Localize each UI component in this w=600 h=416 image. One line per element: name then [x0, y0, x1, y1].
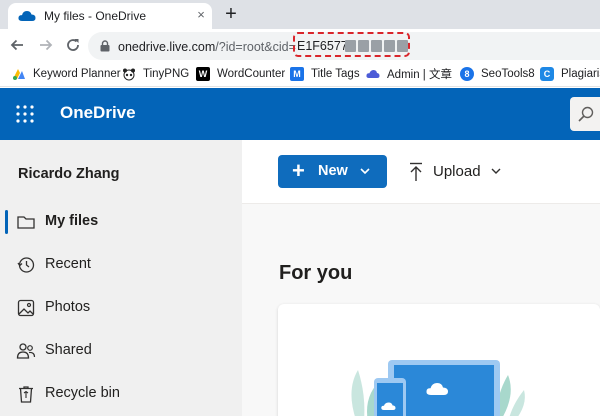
bookmark-admin[interactable]: Admin | 文章 [366, 65, 452, 83]
for-you-heading: For you [279, 262, 353, 284]
url-path: /?id=root&cid= [215, 40, 296, 54]
bookmark-plagiarism[interactable]: C Plagiaris [540, 65, 600, 83]
bookmark-title-tags[interactable]: M Title Tags [290, 65, 360, 83]
nav-label: Recent [45, 256, 91, 272]
browser-tab-onedrive[interactable]: My files - OneDrive × [8, 3, 212, 29]
cid-value: E1F6577 [297, 39, 348, 53]
chevron-down-icon [491, 168, 501, 174]
redaction-block [371, 40, 382, 52]
nav-label: Recycle bin [45, 385, 120, 401]
bookmark-keyword-planner[interactable]: Keyword Planner [12, 65, 121, 83]
chevron-down-icon [360, 168, 370, 175]
nav-item-recent[interactable]: Recent [0, 247, 242, 283]
bookmark-seotools[interactable]: 8 SeoTools8 [460, 65, 535, 83]
url-host: onedrive.live.com [118, 40, 216, 54]
new-button-label: New [318, 163, 348, 179]
plagiarism-icon: C [540, 67, 554, 81]
main-content: + New Upload For you [242, 140, 600, 416]
browser-tab-strip: My files - OneDrive × + [0, 0, 600, 29]
nav-label: Shared [45, 342, 92, 358]
search-icon [578, 106, 594, 122]
onedrive-brand[interactable]: OneDrive [60, 103, 136, 123]
command-bar: + New Upload [242, 140, 600, 204]
app-launcher-waffle-icon[interactable] [16, 105, 34, 123]
devices-cloud-illustration [351, 360, 525, 416]
seotools-icon: 8 [460, 67, 474, 81]
wordcounter-w-icon: W [196, 67, 210, 81]
user-name: Ricardo Zhang [18, 166, 120, 182]
tab-close-icon[interactable]: × [194, 8, 208, 22]
folder-icon [17, 216, 35, 229]
reload-icon[interactable] [64, 36, 82, 54]
onedrive-app-bar: OneDrive [0, 88, 600, 140]
nav-item-shared[interactable]: Shared [0, 333, 242, 369]
bookmark-wordcounter[interactable]: W WordCounter [196, 65, 285, 83]
onedrive-cloud-icon [18, 11, 36, 21]
keyword-planner-icon [13, 69, 25, 80]
tab-title: My files - OneDrive [44, 9, 147, 23]
url-text: onedrive.live.com/?id=root&cid= [118, 40, 296, 54]
new-tab-button[interactable]: + [222, 4, 240, 24]
redaction-block [384, 40, 395, 52]
nav-label: Photos [45, 299, 91, 315]
browser-toolbar: onedrive.live.com/?id=root&cid= E1F6577 [0, 29, 600, 61]
search-box[interactable] [570, 97, 600, 131]
upload-button[interactable]: Upload [406, 155, 516, 188]
new-button[interactable]: + New [278, 155, 387, 188]
nav-item-photos[interactable]: Photos [0, 290, 242, 326]
lock-icon [100, 40, 110, 52]
plus-icon: + [292, 158, 305, 183]
upload-button-label: Upload [433, 163, 481, 180]
tinypng-panda-icon [123, 68, 135, 81]
redaction-block [397, 40, 408, 52]
photos-icon [17, 299, 35, 317]
recycle-bin-icon [19, 386, 33, 403]
recent-clock-icon [17, 257, 35, 273]
address-bar[interactable]: onedrive.live.com/?id=root&cid= E1F6577 [88, 32, 600, 60]
redaction-block [345, 40, 356, 52]
active-indicator [5, 210, 8, 234]
redaction-block [358, 40, 369, 52]
bookmark-tinypng[interactable]: TinyPNG [122, 65, 189, 83]
cloud-icon [366, 70, 380, 78]
upload-arrow-icon [410, 162, 422, 181]
back-arrow-icon[interactable] [8, 36, 26, 54]
forward-arrow-icon[interactable] [37, 36, 55, 54]
title-tags-m-icon: M [290, 67, 304, 81]
nav-item-my-files[interactable]: My files [0, 204, 242, 240]
cid-highlight-box: E1F6577 [293, 32, 410, 57]
nav-label: My files [45, 213, 99, 229]
shared-people-icon [16, 343, 36, 359]
left-navigation: Ricardo Zhang My files Recent Photos Sha… [0, 140, 242, 416]
bookmarks-bar: Keyword Planner TinyPNG W WordCounter M … [0, 61, 600, 87]
nav-item-recycle-bin[interactable]: Recycle bin [0, 376, 242, 412]
for-you-card[interactable] [278, 304, 600, 416]
